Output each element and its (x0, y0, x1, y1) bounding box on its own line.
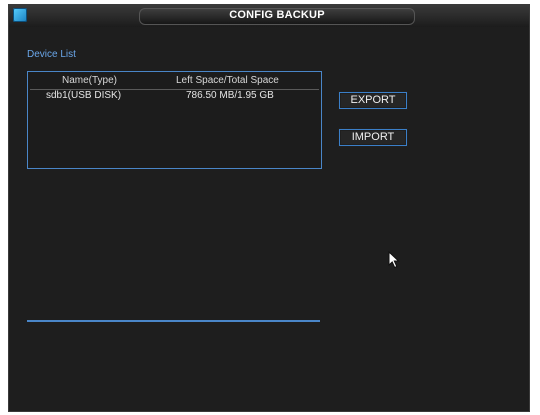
table-row[interactable]: sdb1(USB DISK) 786.50 MB/1.95 GB (30, 90, 319, 104)
column-header-name: Name(Type) (62, 75, 118, 86)
mouse-pointer-icon (388, 251, 400, 269)
title-pill: CONFIG BACKUP (139, 8, 415, 25)
title-bar: CONFIG BACKUP (9, 5, 529, 27)
column-header-space: Left Space/Total Space (176, 75, 279, 86)
window-title: CONFIG BACKUP (229, 9, 325, 21)
divider-line (27, 320, 320, 322)
import-button[interactable]: IMPORT (339, 129, 407, 146)
device-name-cell: sdb1(USB DISK) (46, 90, 122, 101)
app-icon (13, 8, 27, 22)
export-button[interactable]: EXPORT (339, 92, 407, 109)
device-list-label: Device List (27, 49, 76, 60)
table-header: Name(Type) Left Space/Total Space (30, 74, 319, 90)
config-backup-window: CONFIG BACKUP Device List Name(Type) Lef… (8, 4, 530, 412)
device-space-cell: 786.50 MB/1.95 GB (186, 90, 274, 101)
device-list-table: Name(Type) Left Space/Total Space sdb1(U… (27, 71, 322, 169)
